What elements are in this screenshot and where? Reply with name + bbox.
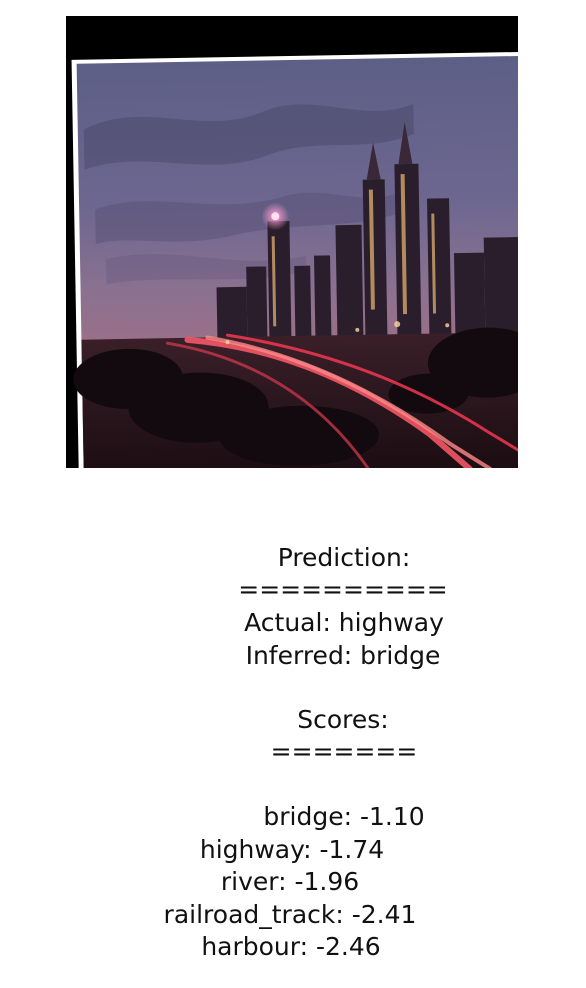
score-item-bridge: bridge: -1.10 <box>263 802 425 831</box>
inferred-label: Inferred: bridge <box>245 641 441 670</box>
scores-heading: Scores: <box>297 705 389 734</box>
prediction-heading-rule: ========== <box>238 575 448 604</box>
score-item-river: river: -1.96 <box>220 867 360 896</box>
score-item-railroad-track: railroad_track: -2.41 <box>163 900 417 929</box>
scores-heading-rule: ======= <box>270 737 418 766</box>
score-item-harbour: harbour: -2.46 <box>201 932 381 961</box>
input-image <box>66 16 518 468</box>
score-item-highway: highway: -1.74 <box>199 835 385 864</box>
city-skyline-photo <box>71 51 518 468</box>
prediction-heading: Prediction: <box>277 543 411 572</box>
actual-label: Actual: highway <box>244 608 444 637</box>
